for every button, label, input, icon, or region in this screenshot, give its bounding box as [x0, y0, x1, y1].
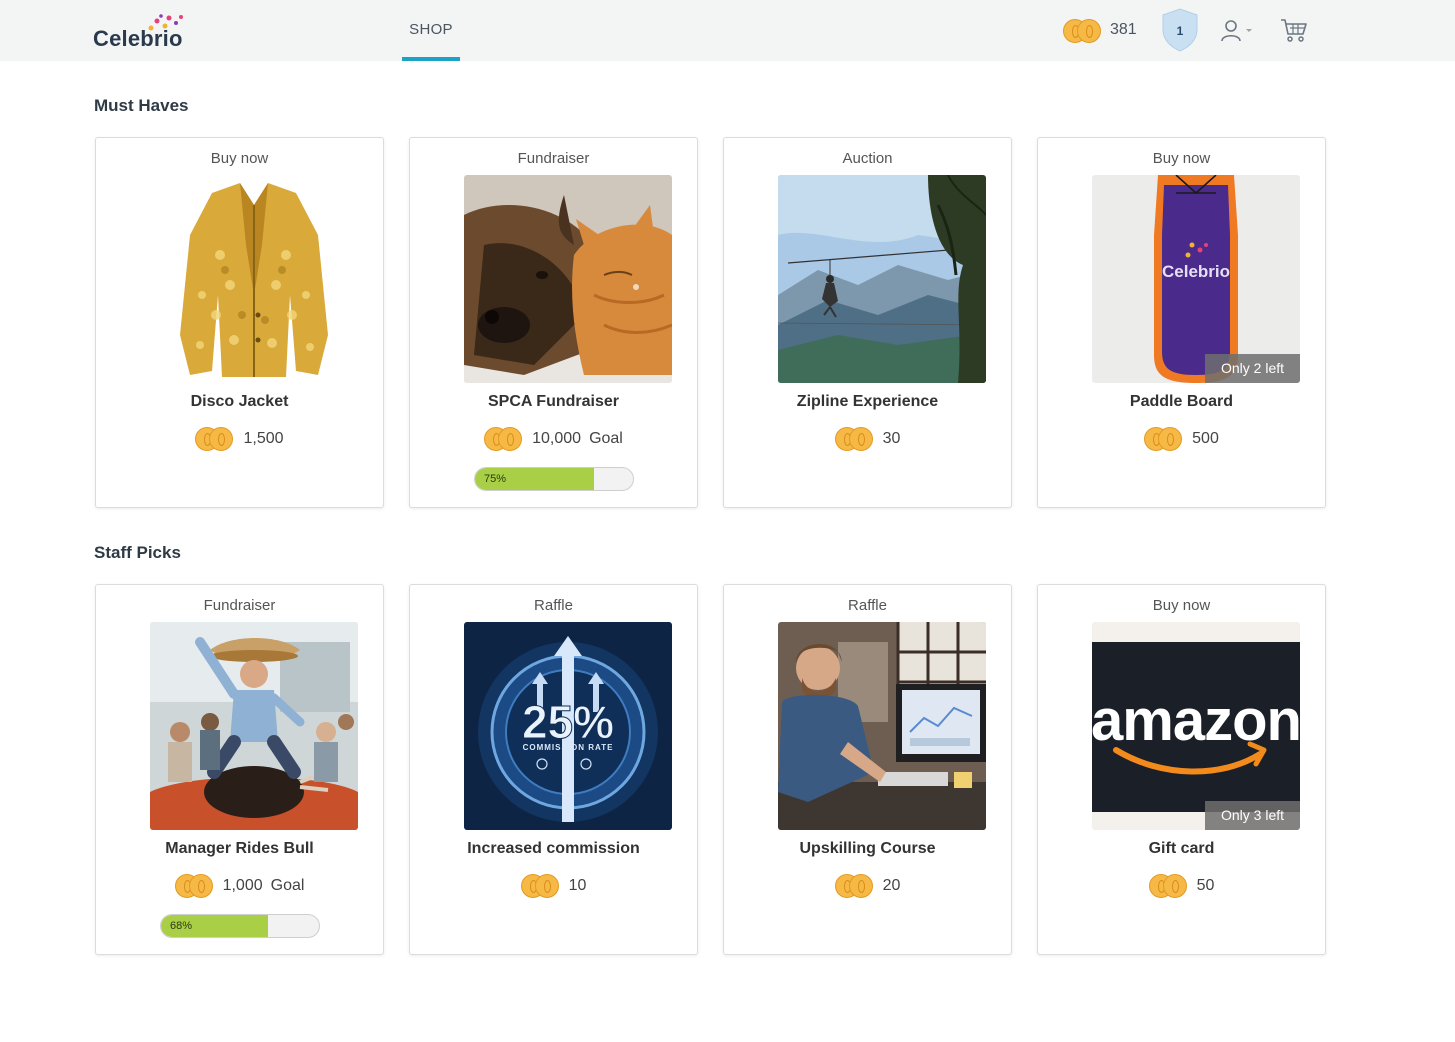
price-row: 20: [724, 873, 1011, 899]
product-name: Zipline Experience: [796, 393, 939, 410]
active-tab-indicator: [402, 57, 460, 61]
manager-bull-image[interactable]: [150, 622, 358, 830]
product-name: Disco Jacket: [190, 393, 289, 410]
price-row: 50: [1038, 873, 1325, 899]
product-name: Manager Rides Bull: [165, 840, 314, 857]
commission-percent-text: 25%: [522, 696, 614, 748]
goal-label: Goal: [270, 877, 305, 894]
level-number: 1: [1176, 24, 1184, 38]
product-price: 1,500: [243, 430, 284, 447]
coins-icon: [520, 874, 561, 898]
coins-icon: [834, 874, 875, 898]
celebrio-logo[interactable]: Celebrio: [93, 14, 193, 54]
card-type-label: Buy now: [210, 150, 269, 167]
stock-badge: Only 3 left: [1205, 801, 1300, 830]
card-type-label: Raffle: [848, 597, 887, 614]
top-navigation-bar: Celebrio SHOP 381 1: [0, 0, 1455, 61]
product-name: Increased commission: [467, 840, 640, 857]
amazon-gift-card-image[interactable]: amazon Only 3 left: [1092, 622, 1300, 830]
product-name: Paddle Board: [1129, 393, 1234, 410]
product-card-gift-card[interactable]: Buy now amazon Only 3 left Gift card 50: [1037, 584, 1326, 955]
price-row: 1,000 Goal: [96, 873, 383, 899]
commission-rate-text: COMMISSION RATE: [523, 743, 614, 752]
paddle-board-logo-text: Celebrio: [1162, 262, 1230, 281]
commission-badge-image[interactable]: 25% COMMISSION RATE: [464, 622, 672, 830]
product-price: 50: [1196, 877, 1215, 894]
card-type-label: Buy now: [1152, 150, 1211, 167]
price-row: 1,500: [96, 426, 383, 452]
product-card-zipline-experience[interactable]: Auction Zipline Experience 30: [723, 137, 1012, 508]
coins-icon: [484, 427, 524, 451]
section-title-must-haves: Must Haves: [94, 96, 189, 115]
stock-badge: Only 2 left: [1205, 354, 1300, 383]
product-card-spca-fundraiser[interactable]: Fundraiser SPCA Fundraiser 10,000 Goal 7…: [409, 137, 698, 508]
goal-amount: 10,000: [532, 430, 582, 447]
progress-label: 75%: [484, 473, 507, 485]
card-type-label: Raffle: [534, 597, 573, 614]
dog-and-cat-image[interactable]: [464, 175, 672, 383]
product-card-upskilling-course[interactable]: Raffle Upskilling Course 20: [723, 584, 1012, 955]
coins-icon: [1144, 427, 1184, 451]
product-price: 500: [1192, 430, 1219, 447]
product-price: 30: [882, 430, 901, 447]
coins-icon: [834, 427, 875, 451]
fundraiser-progress-bar: 68%: [160, 914, 320, 938]
coins-icon: [1063, 19, 1103, 43]
product-name: SPCA Fundraiser: [488, 393, 619, 410]
shopping-cart-icon[interactable]: [1280, 17, 1308, 43]
section-title-staff-picks: Staff Picks: [94, 543, 181, 562]
amazon-logo-text: amazon: [1092, 688, 1300, 753]
card-type-label: Fundraiser: [517, 150, 590, 167]
tab-shop[interactable]: SHOP: [402, 0, 460, 61]
product-card-manager-rides-bull[interactable]: Fundraiser Manager Rides Bull 1,000 Goal: [95, 584, 384, 955]
coins-icon: [195, 427, 235, 451]
upskilling-course-image[interactable]: [778, 622, 986, 830]
coins-icon: [174, 874, 215, 898]
price-row: 10,000 Goal: [410, 426, 697, 452]
card-type-label: Auction: [842, 150, 893, 167]
card-type-label: Buy now: [1152, 597, 1211, 614]
product-price: 10: [568, 877, 587, 894]
fundraiser-progress-bar: 75%: [474, 467, 634, 491]
paddle-board-image[interactable]: Celebrio Only 2 left: [1092, 175, 1300, 383]
product-card-disco-jacket[interactable]: Buy now Disco Jacket 1,500: [95, 137, 384, 508]
price-row: 500: [1038, 426, 1325, 452]
product-name: Upskilling Course: [799, 840, 936, 857]
coin-balance: 381: [1110, 21, 1137, 38]
product-card-paddle-board[interactable]: Buy now Celebrio Only 2 left Paddle Boar…: [1037, 137, 1326, 508]
product-card-increased-commission[interactable]: Raffle 25% COMMISSION RATE Increased com…: [409, 584, 698, 955]
price-row: 10: [410, 873, 697, 899]
tab-shop-label: SHOP: [409, 21, 453, 38]
price-row: 30: [724, 426, 1011, 452]
goal-amount: 1,000: [222, 877, 263, 894]
coins-icon: [1148, 874, 1189, 898]
product-price: 20: [882, 877, 901, 894]
logo-confetti-icon: [148, 14, 183, 31]
zipline-image[interactable]: [778, 175, 986, 383]
product-name: Gift card: [1148, 840, 1215, 857]
progress-label: 68%: [170, 920, 193, 932]
user-account-icon[interactable]: [1220, 20, 1254, 42]
goal-label: Goal: [589, 430, 623, 447]
card-type-label: Fundraiser: [203, 597, 276, 614]
disco-jacket-image[interactable]: [150, 175, 358, 383]
